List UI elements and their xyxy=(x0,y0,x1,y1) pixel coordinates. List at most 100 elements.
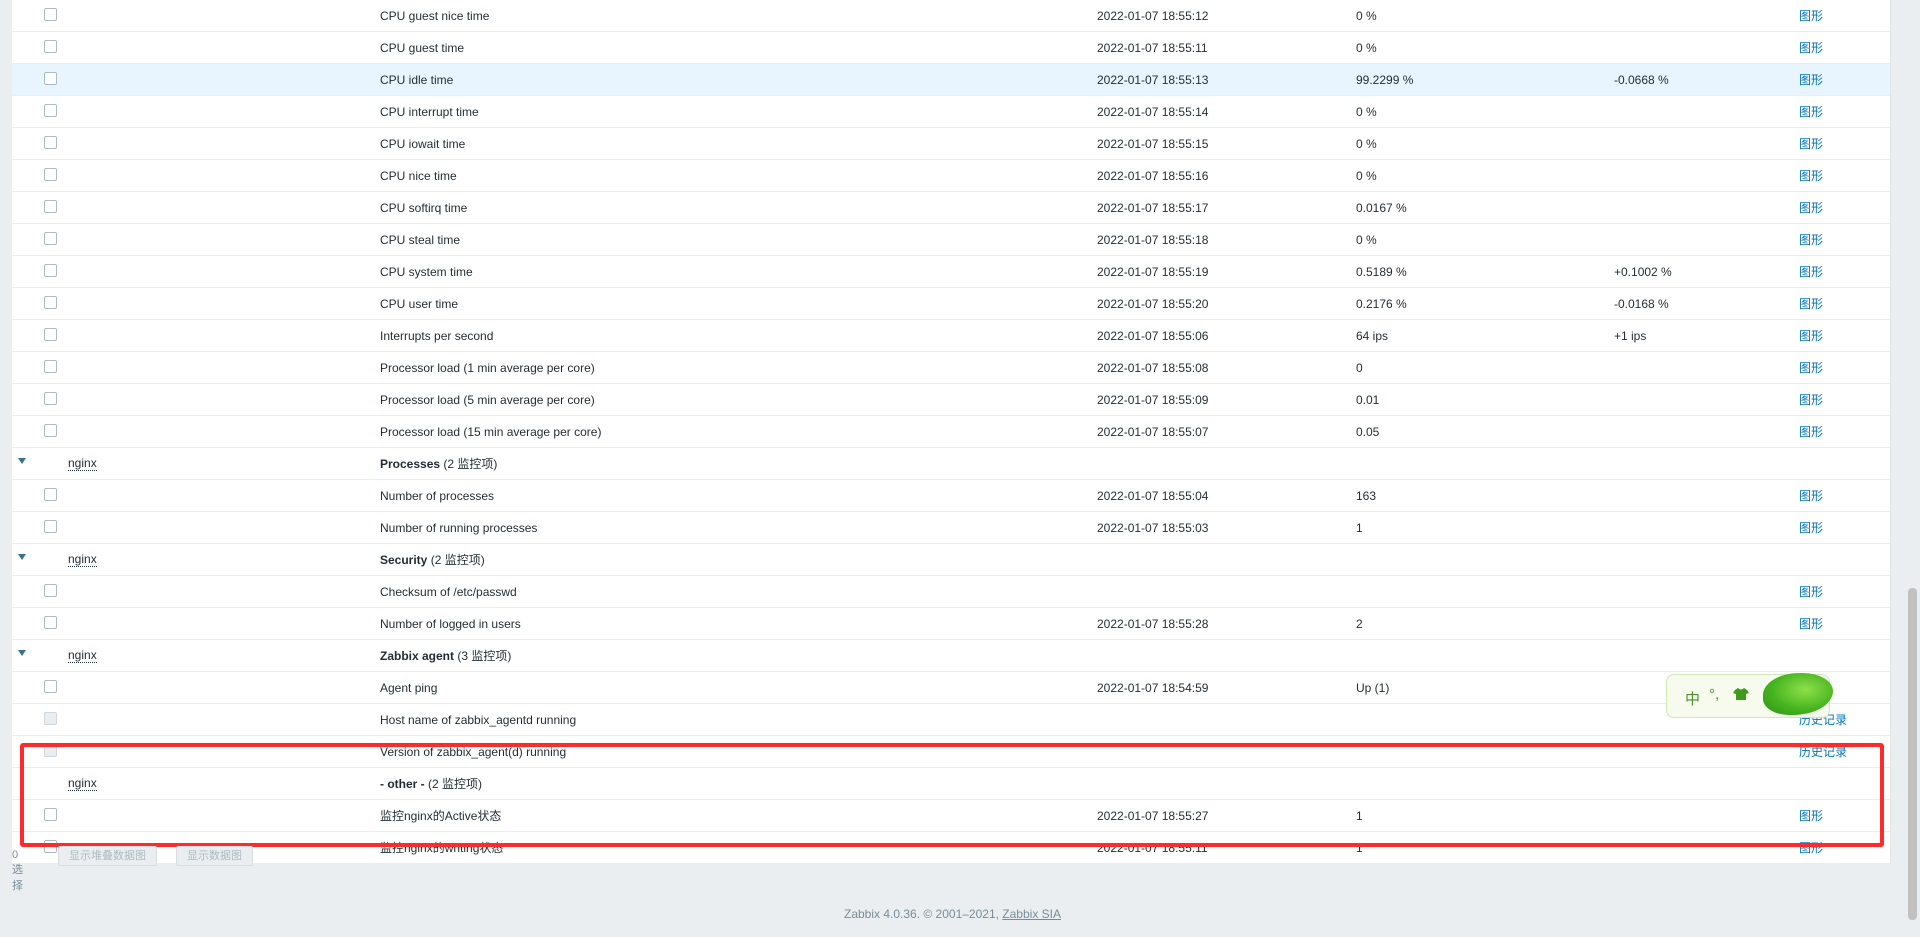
graph-link[interactable]: 图形 xyxy=(1799,393,1823,407)
row-checkbox[interactable] xyxy=(44,40,57,53)
item-name: CPU guest time xyxy=(380,41,465,55)
row-checkbox[interactable] xyxy=(44,840,57,853)
table-row: CPU system time 2022-01-07 18:55:19 0.5189… xyxy=(12,256,1890,288)
row-checkbox[interactable] xyxy=(44,136,57,149)
application-group-row: nginx - other - (2 监控项) xyxy=(12,768,1890,800)
row-checkbox[interactable] xyxy=(44,488,57,501)
row-checkbox[interactable] xyxy=(44,104,57,117)
scrollbar-thumb[interactable] xyxy=(1908,588,1917,920)
application-group-row: nginx Security (2 监控项) xyxy=(12,544,1890,576)
last-value: 0 % xyxy=(1356,137,1377,151)
graph-link[interactable]: 图形 xyxy=(1799,425,1823,439)
item-name: CPU steal time xyxy=(380,233,461,247)
leaf-icon xyxy=(1763,673,1833,715)
row-checkbox[interactable] xyxy=(44,616,57,629)
row-checkbox[interactable] xyxy=(44,392,57,405)
graph-link[interactable]: 图形 xyxy=(1799,617,1823,631)
row-checkbox[interactable] xyxy=(44,200,57,213)
change-value: +1 ips xyxy=(1614,329,1647,343)
graph-link[interactable]: 图形 xyxy=(1799,329,1823,343)
item-count: (2 监控项) xyxy=(428,777,483,791)
row-checkbox[interactable] xyxy=(44,360,57,373)
vertical-scrollbar[interactable] xyxy=(1905,0,1920,937)
last-check: 2022-01-07 18:55:15 xyxy=(1097,137,1209,151)
table-row: CPU interrupt time 2022-01-07 18:55:14 0 %… xyxy=(12,96,1890,128)
last-check: 2022-01-07 18:55:12 xyxy=(1097,9,1209,23)
item-count: (3 监控项) xyxy=(457,649,512,663)
row-checkbox xyxy=(44,712,57,725)
row-checkbox[interactable] xyxy=(44,520,57,533)
last-check: 2022-01-07 18:55:14 xyxy=(1097,105,1209,119)
table-row: Processor load (1 min average per core) 2… xyxy=(12,352,1890,384)
item-name: Version of zabbix_agent(d) running xyxy=(380,745,567,759)
history-link[interactable]: 历史记录 xyxy=(1799,745,1847,759)
row-checkbox[interactable] xyxy=(44,232,57,245)
last-check: 2022-01-07 18:55:16 xyxy=(1097,169,1209,183)
row-checkbox[interactable] xyxy=(44,680,57,693)
graph-link[interactable]: 图形 xyxy=(1799,585,1823,599)
item-name: Number of logged in users xyxy=(380,617,521,631)
graph-link[interactable]: 图形 xyxy=(1799,201,1823,215)
graph-link[interactable]: 图形 xyxy=(1799,361,1823,375)
item-name: 监控nginx的writing状态 xyxy=(380,841,504,855)
table-row: Checksum of /etc/passwd 图形 xyxy=(12,576,1890,608)
ime-toolbar[interactable]: 中 °, xyxy=(1666,673,1833,718)
host-name-link[interactable]: nginx xyxy=(68,553,97,567)
row-checkbox[interactable] xyxy=(44,72,57,85)
footer-copyright: Zabbix 4.0.36. © 2001–2021, xyxy=(844,907,1003,921)
item-name: Host name of zabbix_agentd running xyxy=(380,713,577,727)
graph-link[interactable]: 图形 xyxy=(1799,297,1823,311)
host-name-link[interactable]: nginx xyxy=(68,649,97,663)
host-name-link[interactable]: nginx xyxy=(68,457,97,471)
table-row: CPU idle time 2022-01-07 18:55:13 99.2299 … xyxy=(12,64,1890,96)
ime-language-toggle[interactable]: 中 xyxy=(1685,688,1700,709)
graph-link[interactable]: 图形 xyxy=(1799,9,1823,23)
selected-count: 0 选择 xyxy=(12,849,23,892)
host-name-link[interactable]: nginx xyxy=(68,777,97,791)
graph-link[interactable]: 图形 xyxy=(1799,41,1823,55)
ime-punctuation-toggle[interactable]: °, xyxy=(1709,686,1719,703)
graph-link[interactable]: 图形 xyxy=(1799,105,1823,119)
graph-link[interactable]: 图形 xyxy=(1799,841,1823,855)
table-row: 监控nginx的Active状态 2022-01-07 18:55:27 1 图形 xyxy=(12,800,1890,832)
row-checkbox[interactable] xyxy=(44,808,57,821)
footer-company-link[interactable]: Zabbix SIA xyxy=(1002,907,1061,921)
item-name: CPU nice time xyxy=(380,169,457,183)
row-checkbox[interactable] xyxy=(44,264,57,277)
last-value: 0.2176 % xyxy=(1356,297,1407,311)
row-checkbox[interactable] xyxy=(44,328,57,341)
row-checkbox[interactable] xyxy=(44,8,57,21)
row-checkbox[interactable] xyxy=(44,424,57,437)
last-value: 0.0167 % xyxy=(1356,201,1407,215)
row-checkbox[interactable] xyxy=(44,296,57,309)
show-graph-button[interactable]: 显示数据图 xyxy=(176,846,253,866)
item-name: Checksum of /etc/passwd xyxy=(380,585,517,599)
tshirt-skin-icon[interactable] xyxy=(1733,687,1749,704)
row-checkbox[interactable] xyxy=(44,584,57,597)
row-checkbox xyxy=(44,744,57,757)
item-count: (2 监控项) xyxy=(443,457,498,471)
last-check: 2022-01-07 18:55:04 xyxy=(1097,489,1209,503)
graph-link[interactable]: 图形 xyxy=(1799,169,1823,183)
last-check: 2022-01-07 18:55:19 xyxy=(1097,265,1209,279)
table-row: CPU softirq time 2022-01-07 18:55:17 0.016… xyxy=(12,192,1890,224)
graph-link[interactable]: 图形 xyxy=(1799,233,1823,247)
last-value: 1 xyxy=(1356,841,1363,855)
triangle-down-icon[interactable] xyxy=(18,458,26,464)
row-checkbox[interactable] xyxy=(44,168,57,181)
table-row: 监控nginx的writing状态 2022-01-07 18:55:11 1 图形 xyxy=(12,832,1890,864)
graph-link[interactable]: 图形 xyxy=(1799,73,1823,87)
graph-link[interactable]: 图形 xyxy=(1799,489,1823,503)
last-value: 0 % xyxy=(1356,41,1377,55)
last-value: 0 % xyxy=(1356,169,1377,183)
show-stacked-graph-button[interactable]: 显示堆叠数据图 xyxy=(58,846,157,866)
graph-link[interactable]: 图形 xyxy=(1799,137,1823,151)
item-name: Number of processes xyxy=(380,489,495,503)
triangle-down-icon[interactable] xyxy=(18,650,26,656)
graph-link[interactable]: 图形 xyxy=(1799,265,1823,279)
graph-link[interactable]: 图形 xyxy=(1799,809,1823,823)
table-row: Processor load (15 min average per core)… xyxy=(12,416,1890,448)
application-name: Security xyxy=(380,553,428,567)
graph-link[interactable]: 图形 xyxy=(1799,521,1823,535)
triangle-down-icon[interactable] xyxy=(18,554,26,560)
